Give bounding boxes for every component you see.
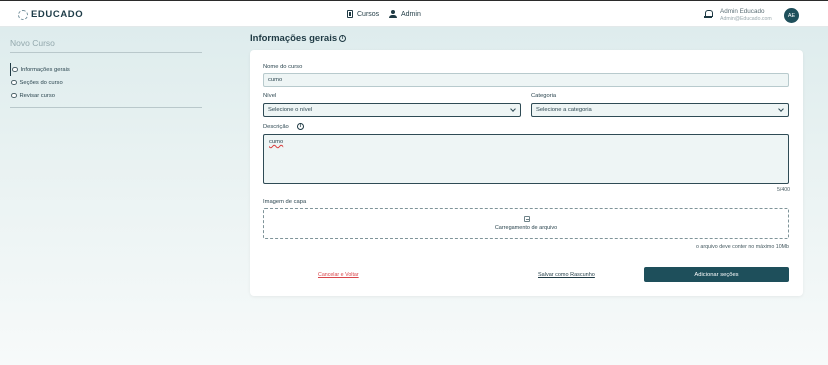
- course-form-card: Nome do curso cumo Nível Selecione o nív…: [250, 50, 803, 296]
- logo-text: EDUCADO: [31, 9, 84, 20]
- file-upload-dropzone[interactable]: Carregamento de arquivo: [263, 208, 789, 239]
- radio-icon: [12, 66, 18, 73]
- step-course-sections[interactable]: Seções do curso: [11, 76, 70, 89]
- avatar[interactable]: AE: [784, 8, 799, 23]
- category-select-value: Selecione a categoria: [536, 107, 592, 113]
- course-name-input[interactable]: cumo: [263, 73, 789, 87]
- logo-icon: [18, 9, 28, 20]
- radio-icon: [11, 92, 17, 99]
- document-icon: [347, 10, 353, 18]
- step-general-info[interactable]: Informações gerais: [10, 63, 70, 76]
- radio-icon: [11, 79, 17, 86]
- top-navigation-bar: EDUCADO Cursos Admin Admin Educado Admin…: [0, 0, 828, 27]
- level-select[interactable]: Selecione o nível: [263, 103, 521, 117]
- description-label: Descrição: [263, 123, 289, 130]
- nav-cursos[interactable]: Cursos: [347, 10, 379, 18]
- step-label: Revisar curso: [19, 92, 55, 99]
- character-count: 5/400: [777, 187, 790, 193]
- step-label: Seções do curso: [19, 79, 63, 86]
- category-select[interactable]: Selecione a categoria: [531, 103, 789, 117]
- page-title: Informações gerais i: [250, 33, 347, 44]
- description-label-row: Descrição i: [263, 123, 304, 130]
- step-list: Informações gerais Seções do curso Revis…: [10, 63, 70, 102]
- sidebar-title: Novo Curso: [10, 38, 55, 48]
- step-label: Informações gerais: [20, 66, 70, 73]
- cover-image-label: Imagem de capa: [263, 199, 307, 205]
- level-select-value: Selecione o nível: [268, 107, 313, 113]
- page-title-text: Informações gerais: [250, 33, 338, 44]
- description-textarea[interactable]: cumo: [263, 134, 789, 184]
- user-email: Admin@Educado.com: [720, 16, 772, 22]
- nav-admin-label: Admin: [401, 10, 421, 18]
- upload-size-hint: o arquivo deve conter no máximo 10Mb: [695, 244, 789, 250]
- educado-logo[interactable]: EDUCADO: [18, 9, 83, 20]
- step-review-course[interactable]: Revisar curso: [11, 89, 70, 102]
- info-icon[interactable]: i: [296, 123, 304, 130]
- chevron-down-icon: [510, 106, 516, 112]
- image-upload-icon: [524, 216, 530, 222]
- description-text: cumo: [269, 139, 284, 145]
- category-label: Categoria: [531, 93, 557, 99]
- divider: [10, 52, 202, 53]
- upload-text: Carregamento de arquivo: [494, 225, 558, 231]
- bell-icon[interactable]: [704, 10, 713, 19]
- save-draft-button[interactable]: Salvar como Rascunho: [538, 272, 595, 278]
- add-sections-button[interactable]: Adicionar seções: [644, 267, 789, 282]
- nav-admin[interactable]: Admin: [389, 10, 421, 18]
- cancel-button[interactable]: Cancelar e Voltar: [318, 272, 359, 278]
- info-icon[interactable]: i: [339, 35, 347, 42]
- nav-cursos-label: Cursos: [357, 10, 380, 18]
- divider: [10, 107, 202, 108]
- user-name: Admin Educado: [720, 8, 765, 15]
- chevron-down-icon: [778, 106, 784, 112]
- level-label: Nível: [263, 93, 277, 99]
- person-icon: [389, 10, 397, 18]
- course-name-label: Nome do curso: [263, 64, 303, 70]
